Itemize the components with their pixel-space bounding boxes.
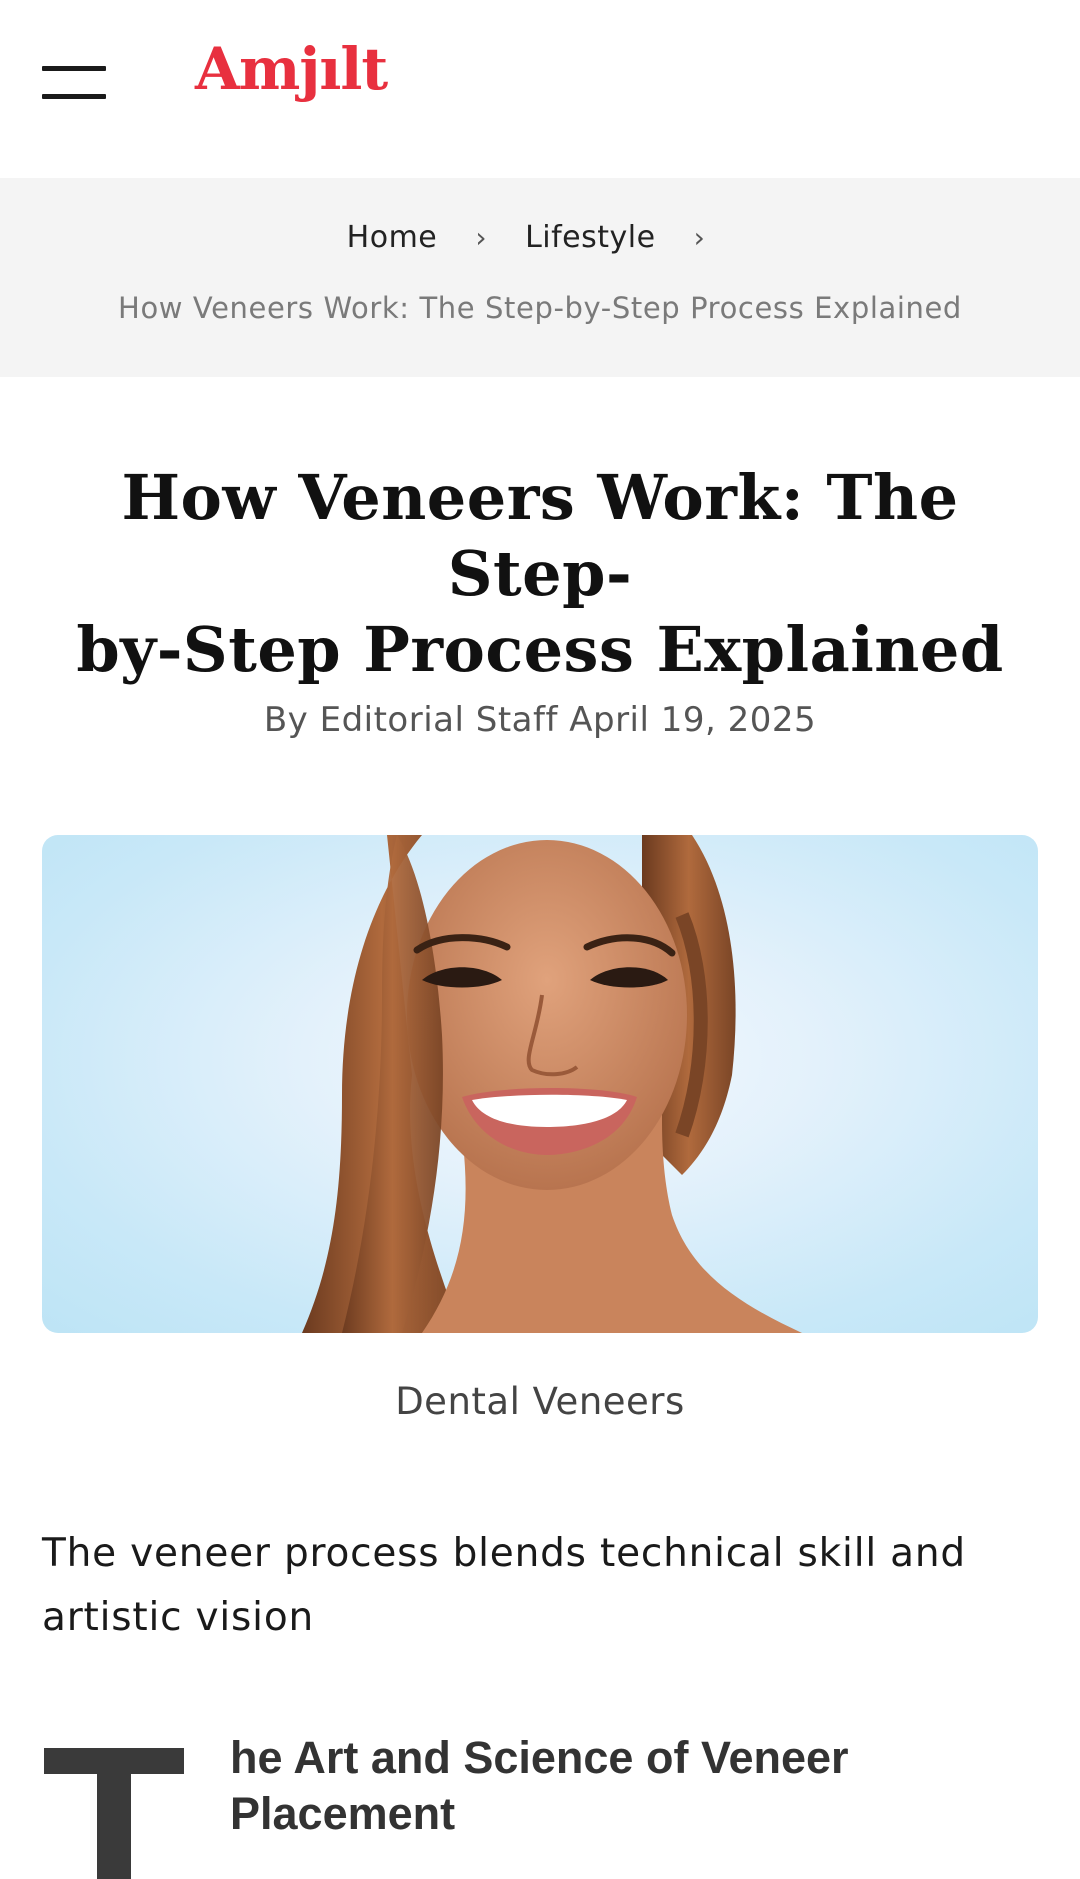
site-header: Amjılt [0,0,1080,178]
drop-cap-letter: T [44,1748,184,1879]
article-title-line-2: by-Step Process Explained [76,613,1004,686]
article-title-line-1: How Veneers Work: The Step- [121,461,959,610]
breadcrumb-lifestyle-link[interactable]: Lifestyle [525,220,656,255]
chevron-right-icon: › [475,221,488,254]
hero-image [42,835,1038,1333]
hamburger-menu-icon[interactable] [42,66,106,102]
menu-bar-top [42,66,106,71]
section-heading: he Art and Science of Veneer Placement [230,1732,849,1839]
article-byline: By Editorial Staff April 19, 2025 [263,700,817,740]
menu-bar-bottom [42,94,106,99]
chevron-right-icon: › [693,221,706,254]
hero-image-caption: Dental Veneers [395,1380,685,1423]
site-logo[interactable]: Amjılt [195,40,388,98]
breadcrumb-links: Home › Lifestyle › [0,220,1080,255]
breadcrumb-current-page: How Veneers Work: The Step-by-Step Proce… [118,291,962,325]
article-title: How Veneers Work: The Step- by-Step Proc… [60,460,1020,688]
article-intro: The veneer process blends technical skil… [42,1531,966,1640]
breadcrumb-home-link[interactable]: Home [347,220,438,255]
woman-smiling-illustration [302,835,802,1333]
breadcrumb: Home › Lifestyle › How Veneers Work: The… [0,178,1080,377]
